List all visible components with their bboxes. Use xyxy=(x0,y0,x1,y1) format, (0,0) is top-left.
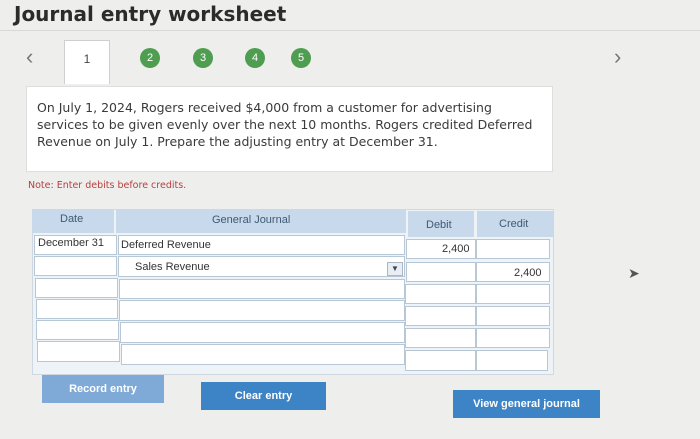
record-entry-button[interactable]: Record entry xyxy=(42,375,164,403)
step-tab-5[interactable]: 5 xyxy=(291,48,311,68)
date-column-header: Date xyxy=(32,209,114,233)
page-title: Journal entry worksheet xyxy=(14,2,287,26)
account-value: Sales Revenue xyxy=(135,261,210,273)
account-cell[interactable] xyxy=(121,344,405,365)
instruction-note: Note: Enter debits before credits. xyxy=(28,180,187,191)
date-cell[interactable] xyxy=(36,299,118,319)
general-journal-header-label: General Journal xyxy=(212,214,291,226)
step-tab-1[interactable]: 1 xyxy=(64,40,110,84)
debit-header-label: Debit xyxy=(426,219,452,231)
step-tab-4[interactable]: 4 xyxy=(245,48,265,68)
question-text: On July 1, 2024, Rogers received $4,000 … xyxy=(26,86,553,172)
credit-cell[interactable] xyxy=(476,350,548,371)
account-cell[interactable] xyxy=(120,322,405,343)
date-header-label: Date xyxy=(60,213,84,225)
credit-column-header: Credit xyxy=(477,211,553,237)
credit-cell[interactable] xyxy=(476,306,550,326)
credit-cell[interactable] xyxy=(476,284,550,304)
chevron-down-icon[interactable]: ▼ xyxy=(387,262,403,276)
credit-cell[interactable] xyxy=(476,328,550,348)
account-value: Deferred Revenue xyxy=(121,239,211,251)
date-cell[interactable] xyxy=(37,341,120,362)
general-journal-column-header: General Journal xyxy=(116,209,406,233)
date-cell[interactable] xyxy=(36,320,119,340)
debit-cell[interactable] xyxy=(405,306,476,326)
view-general-journal-button[interactable]: View general journal xyxy=(453,390,600,418)
date-cell[interactable] xyxy=(35,278,118,298)
debit-cell[interactable] xyxy=(406,262,476,282)
debit-cell[interactable] xyxy=(405,328,476,348)
mouse-cursor-icon: ➤ xyxy=(628,265,640,281)
credit-header-label: Credit xyxy=(499,218,529,230)
clear-entry-button[interactable]: Clear entry xyxy=(201,382,326,410)
account-cell[interactable] xyxy=(119,300,405,321)
debit-column-header: Debit xyxy=(408,211,474,237)
chevron-right-icon[interactable]: › xyxy=(614,44,621,70)
debit-value: 2,400 xyxy=(442,243,470,255)
debit-cell[interactable] xyxy=(405,350,476,371)
credit-cell[interactable] xyxy=(476,239,550,259)
date-cell[interactable] xyxy=(34,256,117,276)
date-value: December 31 xyxy=(38,237,105,249)
credit-value: 2,400 xyxy=(514,267,542,279)
title-divider xyxy=(0,30,700,31)
step-label: 1 xyxy=(83,52,91,66)
debit-cell[interactable] xyxy=(405,284,476,304)
step-tab-3[interactable]: 3 xyxy=(193,48,213,68)
account-cell[interactable] xyxy=(119,279,405,299)
chevron-left-icon[interactable]: ‹ xyxy=(26,44,33,70)
step-tab-2[interactable]: 2 xyxy=(140,48,160,68)
